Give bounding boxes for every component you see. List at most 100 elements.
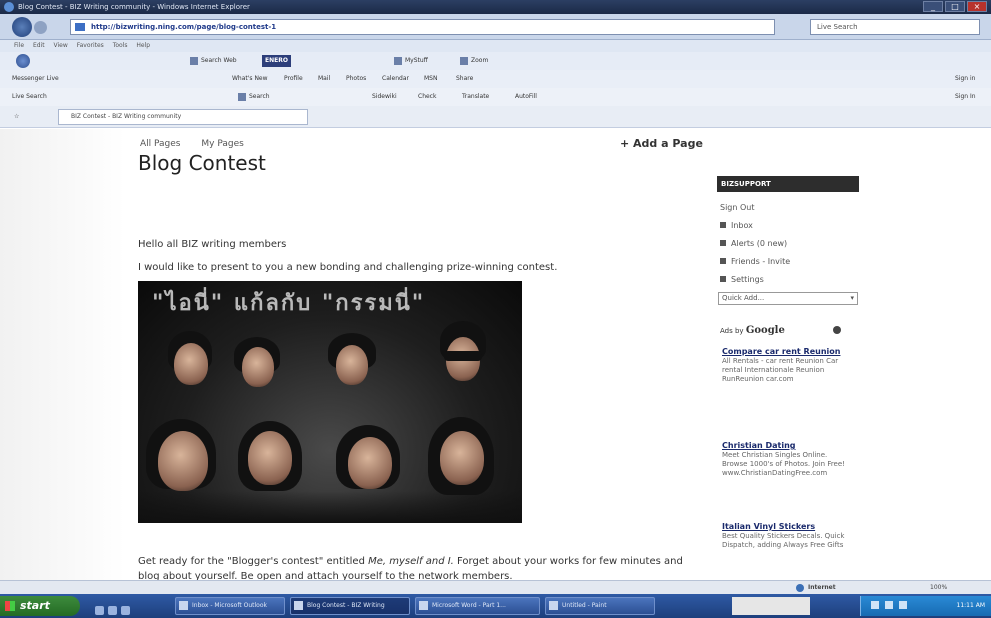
search-icon xyxy=(238,92,246,101)
tab-row: ☆ BIZ Contest - BIZ Writing community xyxy=(0,106,991,128)
contest-paragraph: Get ready for the "Blogger's contest" en… xyxy=(138,554,698,580)
search-web-label: Search Web xyxy=(201,57,237,64)
zoom-level[interactable]: 100% xyxy=(930,581,947,594)
tray-volume-icon[interactable] xyxy=(885,601,893,609)
favorites-star-icon[interactable]: ☆ xyxy=(14,106,19,128)
tab-label: BIZ Contest - BIZ Writing community xyxy=(71,113,182,120)
menu-favorites[interactable]: Favorites xyxy=(77,42,104,49)
row2-item-msn[interactable]: MSN xyxy=(424,70,437,88)
row2-item-whats-new[interactable]: What's New xyxy=(232,70,268,88)
messenger-live[interactable]: Messenger Live xyxy=(12,70,59,88)
system-tray: 11:11 AM xyxy=(860,596,991,616)
my-pages-link[interactable]: My Pages xyxy=(201,139,243,149)
task-word[interactable]: Microsoft Word - Part 1... xyxy=(415,597,540,615)
row3-sign-in[interactable]: Sign In xyxy=(955,88,976,106)
left-gutter xyxy=(0,129,125,580)
intro-text: I would like to present to you a new bon… xyxy=(138,262,558,273)
start-label: start xyxy=(20,599,50,612)
mystuff-icon xyxy=(394,56,402,65)
globe-icon xyxy=(796,584,804,592)
enero-brand[interactable]: ENERO xyxy=(262,55,291,67)
status-bar: Internet 100% xyxy=(0,580,991,594)
quick-add-select[interactable]: Quick Add... ▾ xyxy=(718,292,858,305)
translate-button[interactable]: Translate xyxy=(462,88,489,106)
address-bar[interactable]: http://bizwriting.ning.com/page/blog-con… xyxy=(70,19,775,35)
menu-help[interactable]: Help xyxy=(136,42,150,49)
forward-button[interactable] xyxy=(34,21,47,34)
outlook-icon xyxy=(179,601,188,610)
sidebar-header: BIZSUPPORT xyxy=(717,176,859,192)
quicklaunch-media-icon[interactable] xyxy=(121,606,130,615)
toolbar-row-3: Live Search Search Sidewiki Check Transl… xyxy=(0,88,991,106)
task-paint[interactable]: Untitled - Paint xyxy=(545,597,655,615)
quicklaunch-desktop-icon[interactable] xyxy=(108,606,117,615)
sidebar-item-alerts[interactable]: Alerts (0 new) xyxy=(720,239,787,248)
close-button[interactable]: × xyxy=(967,1,987,12)
search-engine-label: Live Search xyxy=(817,23,858,31)
ie-icon xyxy=(294,601,303,610)
quick-add-value: Quick Add... xyxy=(722,294,765,302)
security-zone: Internet xyxy=(808,584,836,591)
row2-item-calendar[interactable]: Calendar xyxy=(382,70,409,88)
taskbar-toolbar xyxy=(732,597,810,615)
ad-item[interactable]: Christian Dating Meet Christian Singles … xyxy=(722,441,847,478)
toolbar-row-1: Search Web ENERO MyStuff Zoom xyxy=(0,52,991,70)
browser-search-input[interactable]: Live Search xyxy=(810,19,980,35)
ads-by-google[interactable]: Ads by Google xyxy=(720,325,785,336)
maximize-button[interactable]: □ xyxy=(945,1,965,12)
address-row: http://bizwriting.ning.com/page/blog-con… xyxy=(0,14,991,40)
gear-icon xyxy=(720,276,726,282)
row2-item-profile[interactable]: Profile xyxy=(284,70,303,88)
browser-tab[interactable]: BIZ Contest - BIZ Writing community xyxy=(58,109,308,125)
task-ie[interactable]: Blog Contest - BIZ Writing xyxy=(290,597,410,615)
sidebar-item-label: Inbox xyxy=(731,221,753,230)
google-brand: Google xyxy=(745,325,785,336)
start-button[interactable]: start xyxy=(0,596,80,616)
sidewiki-button[interactable]: Sidewiki xyxy=(372,88,397,106)
ad-item[interactable]: Compare car rent Reunion All Rentals - c… xyxy=(722,347,847,384)
check-button[interactable]: Check xyxy=(418,88,436,106)
ad-title[interactable]: Christian Dating xyxy=(722,441,847,451)
menu-view[interactable]: View xyxy=(54,42,68,49)
ad-text: Best Quality Stickers Decals. Quick Disp… xyxy=(722,532,845,549)
autofill-button[interactable]: AutoFill xyxy=(515,88,537,106)
row2-item-photos[interactable]: Photos xyxy=(346,70,366,88)
sidebar-item-inbox[interactable]: Inbox xyxy=(720,221,753,230)
sidebar-item-friends[interactable]: Friends - Invite xyxy=(720,257,790,266)
tray-security-icon[interactable] xyxy=(899,601,907,609)
image-banner-text: "ไอนี่" แก้ลกับ "กรรมนี่" xyxy=(152,291,426,316)
row2-item-share[interactable]: Share xyxy=(456,70,473,88)
clock: 11:11 AM xyxy=(956,602,985,609)
greeting-text: Hello all BIZ writing members xyxy=(138,239,287,250)
minimize-button[interactable]: _ xyxy=(923,1,943,12)
ad-choices-icon[interactable] xyxy=(833,326,841,334)
menu-file[interactable]: File xyxy=(14,42,24,49)
back-button[interactable] xyxy=(12,17,32,37)
quicklaunch-ie-icon[interactable] xyxy=(95,606,104,615)
alert-icon xyxy=(720,240,726,246)
row3-search-button[interactable]: Search xyxy=(238,88,270,106)
paint-icon xyxy=(549,601,558,610)
ad-title[interactable]: Italian Vinyl Stickers xyxy=(722,522,847,532)
all-pages-link[interactable]: All Pages xyxy=(140,139,181,149)
sidebar-item-settings[interactable]: Settings xyxy=(720,275,764,284)
para-title: Me, myself and I. xyxy=(368,556,454,567)
window-title: Blog Contest - BIZ Writing community - W… xyxy=(18,3,250,11)
row2-sign-in[interactable]: Sign in xyxy=(955,70,975,88)
taskbar: start Inbox - Microsoft Outlook Blog Con… xyxy=(0,594,991,618)
menu-tools[interactable]: Tools xyxy=(113,42,128,49)
ad-item[interactable]: Italian Vinyl Stickers Best Quality Stic… xyxy=(722,522,847,550)
add-page-button[interactable]: + Add a Page xyxy=(620,137,703,150)
mystuff-button[interactable]: MyStuff xyxy=(394,52,428,70)
menu-bar: File Edit View Favorites Tools Help xyxy=(0,40,991,52)
zoom-button[interactable]: Zoom xyxy=(460,52,488,70)
ad-title[interactable]: Compare car rent Reunion xyxy=(722,347,847,357)
tray-network-icon[interactable] xyxy=(871,601,879,609)
task-label: Untitled - Paint xyxy=(562,602,607,609)
row2-item-mail[interactable]: Mail xyxy=(318,70,330,88)
friends-icon xyxy=(720,258,726,264)
search-web-button[interactable]: Search Web xyxy=(190,52,237,70)
task-outlook[interactable]: Inbox - Microsoft Outlook xyxy=(175,597,285,615)
menu-edit[interactable]: Edit xyxy=(33,42,45,49)
sign-out-link[interactable]: Sign Out xyxy=(720,203,755,212)
